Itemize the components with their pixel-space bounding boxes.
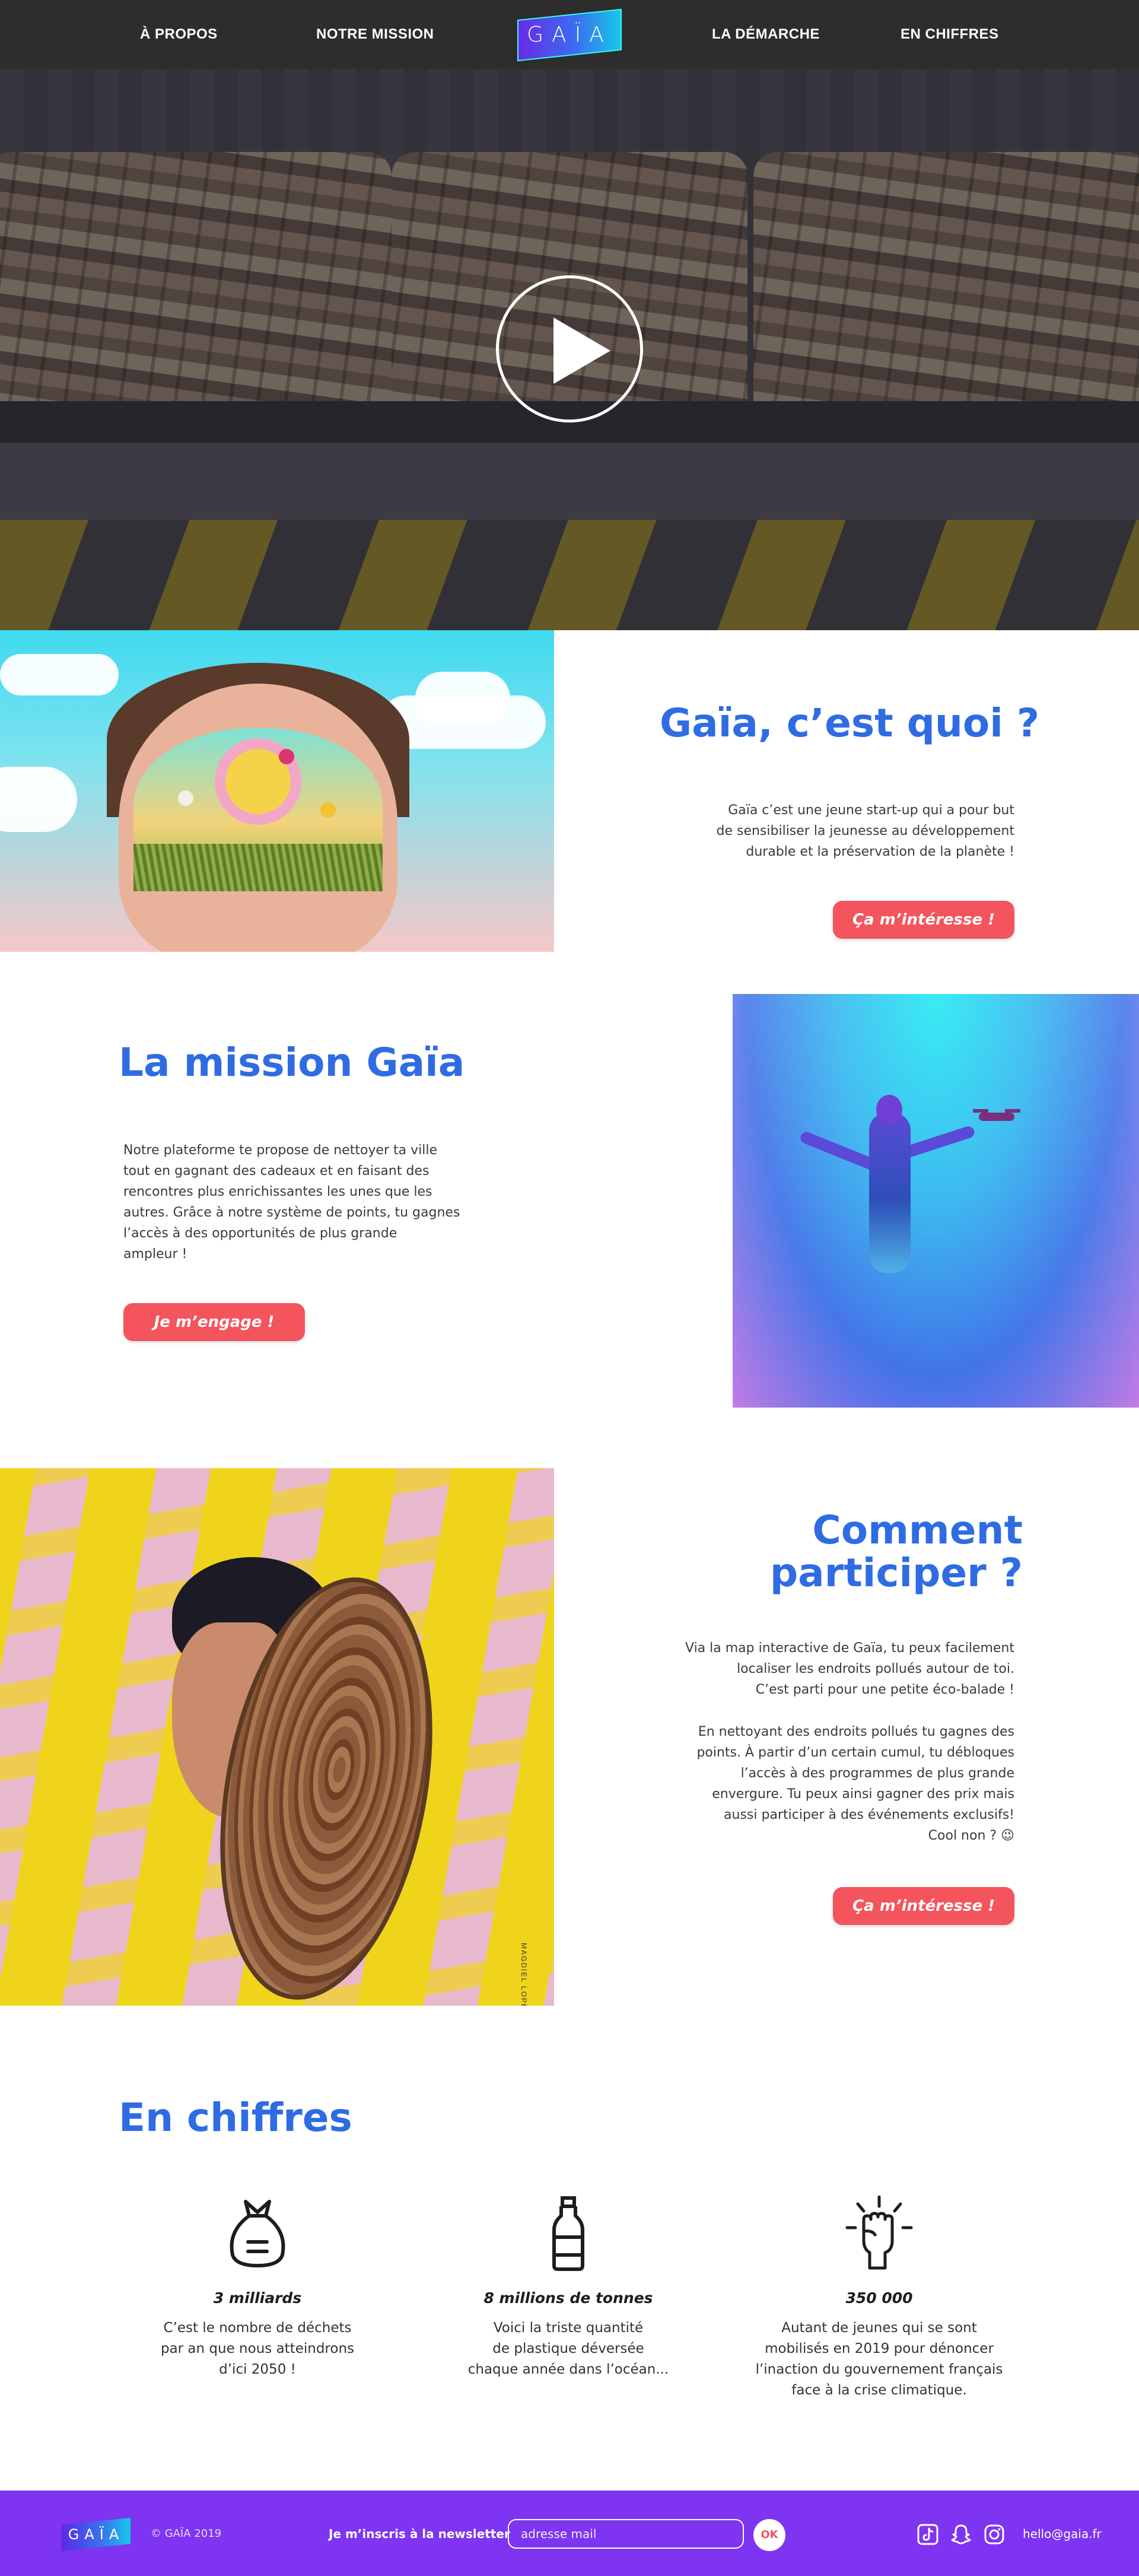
stat-value: 3 milliards <box>213 2289 302 2307</box>
about-title: Gaïa, c’est quoi ? <box>660 700 1040 746</box>
contact-email-link[interactable]: hello@gaia.fr <box>1023 2527 1102 2541</box>
newsletter-ok-button[interactable]: OK <box>753 2519 785 2551</box>
logo[interactable]: GAÏA <box>517 8 622 62</box>
play-icon[interactable] <box>496 275 643 423</box>
nav-link-a-propos[interactable]: À PROPOS <box>140 26 218 43</box>
mission-cta-button[interactable]: Je m’engage ! <box>123 1303 305 1341</box>
stat-description: C’est le nombre de déchets par an que no… <box>160 2320 355 2377</box>
plastic-bottle-icon <box>552 2196 584 2271</box>
stats-title: En chiffres <box>119 2095 352 2140</box>
stat-value: 8 millions de tonnes <box>483 2289 653 2307</box>
footer-logo-text: GAÏA <box>68 2526 125 2543</box>
footer: GAÏA © GAÏA 2019 Je m’inscris à la newsl… <box>0 2491 1139 2576</box>
trash-bag-icon <box>230 2200 285 2268</box>
mission-title: La mission Gaïa <box>119 1040 465 1085</box>
about-cta-button[interactable]: Ça m’intéresse ! <box>833 901 1014 939</box>
top-nav: À PROPOS NOTRE MISSION GAÏA LA DÉMARCHE … <box>0 0 1139 69</box>
footer-logo[interactable]: GAÏA <box>62 2517 131 2552</box>
mission-image <box>733 994 1139 1408</box>
snapchat-icon[interactable] <box>950 2524 972 2545</box>
hero-video <box>0 69 1139 630</box>
copyright: © GAÏA 2019 <box>151 2527 222 2540</box>
newsletter-email-input[interactable] <box>508 2519 744 2549</box>
nav-link-la-demarche[interactable]: LA DÉMARCHE <box>712 26 820 43</box>
image-credit: MAGDIEL LOPEZ © 2018 <box>520 1943 528 2006</box>
logo-text: GAÏA <box>527 23 612 47</box>
newsletter-label: Je m’inscris à la newsletter <box>329 2527 510 2541</box>
participate-cta-button[interactable]: Ça m’intéresse ! <box>833 1887 1014 1925</box>
participate-text-1: Via la map interactive de Gaïa, tu peux … <box>685 1641 1014 1697</box>
stat-description: Voici la triste quantité de plastique dé… <box>467 2320 669 2377</box>
instagram-icon[interactable] <box>984 2524 1005 2545</box>
raised-fist-icon <box>845 2196 913 2270</box>
participate-image: MAGDIEL LOPEZ © 2018 <box>0 1468 554 2006</box>
nav-link-notre-mission[interactable]: NOTRE MISSION <box>316 26 434 43</box>
about-text: Gaïa c’est une jeune start-up qui a pour… <box>716 803 1015 859</box>
tiktok-icon[interactable] <box>917 2524 938 2545</box>
stat-value: 350 000 <box>845 2289 913 2307</box>
about-image <box>0 630 554 952</box>
nav-link-en-chiffres[interactable]: EN CHIFFRES <box>901 26 999 43</box>
participate-title: Comment participer ? <box>769 1507 1023 1596</box>
stat-description: Autant de jeunes qui se sont mobilisés e… <box>755 2320 1003 2398</box>
participate-text-2: En nettoyant des endroits pollués tu gag… <box>696 1724 1014 1843</box>
mission-text: Notre plateforme te propose de nettoyer … <box>123 1143 460 1262</box>
